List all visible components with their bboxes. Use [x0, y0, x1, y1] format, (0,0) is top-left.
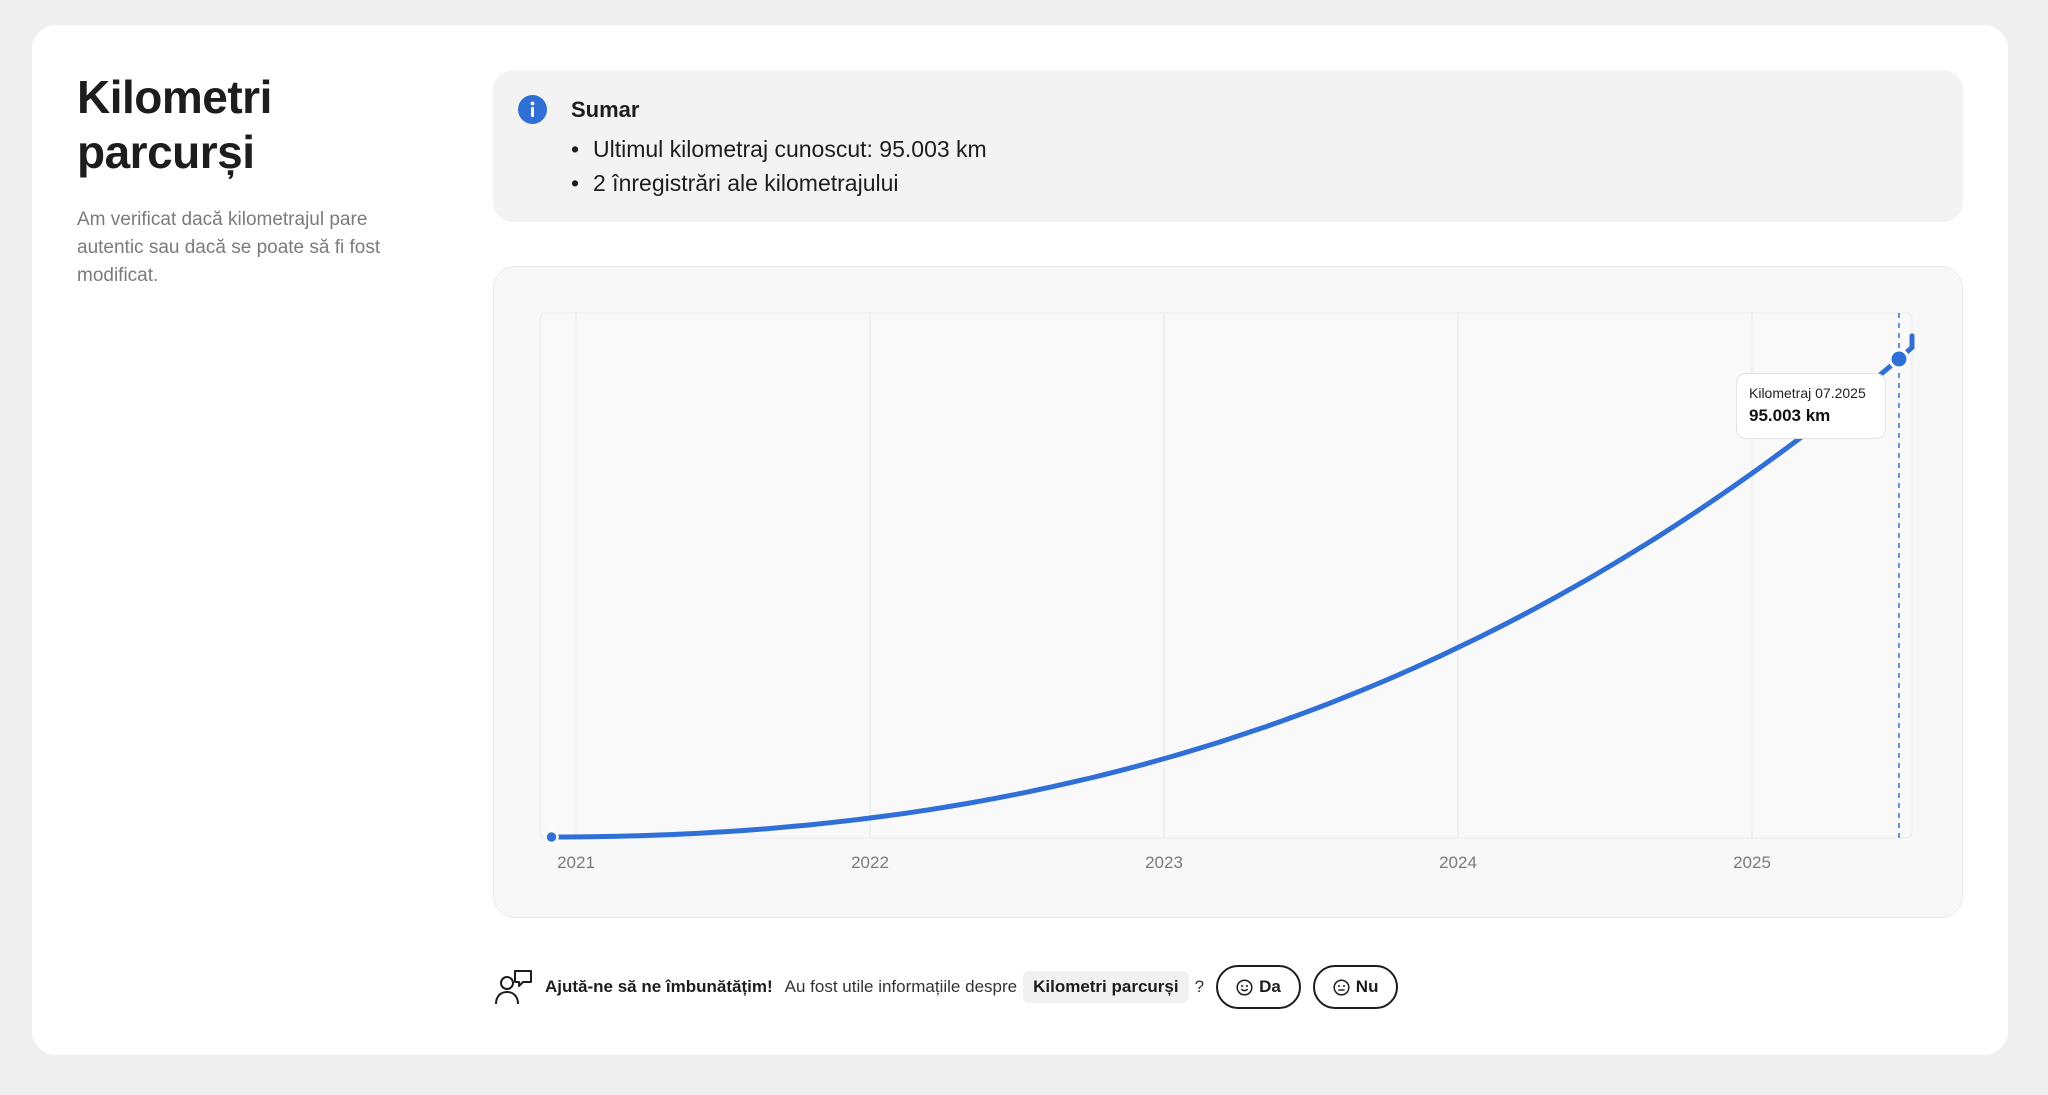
- x-tick-label: 2025: [1733, 853, 1771, 872]
- smile-icon: [1236, 978, 1253, 996]
- summary-item-text: 2 înregistrări ale kilometrajului: [593, 170, 899, 196]
- feedback-person-icon: [495, 970, 532, 1005]
- section-intro: Kilometri parcurși Am verificat dacă kil…: [77, 70, 437, 290]
- chart-tooltip: Kilometraj 07.2025 95.003 km: [1736, 373, 1886, 439]
- summary-box: Sumar • Ultimul kilometraj cunoscut: 95.0…: [493, 70, 1963, 222]
- mileage-chart-card: 2021 2022 2023 2024 2025 Kilometraj 07.2025 …: [493, 266, 1963, 918]
- feedback-topic: Kilometri parcurși: [1023, 971, 1189, 1003]
- summary-title: Sumar: [571, 97, 640, 122]
- x-tick-label: 2021: [557, 853, 595, 872]
- info-icon: [518, 95, 547, 124]
- x-tick-label: 2023: [1145, 853, 1183, 872]
- content-card: Kilometri parcurși Am verificat dacă kil…: [32, 25, 2008, 1055]
- feedback-bar: Ajută-ne să ne îmbunătățim! Au fost util…: [493, 963, 1410, 1011]
- page-description: Am verificat dacă kilometrajul pare aute…: [77, 209, 381, 286]
- summary-item: • 2 înregistrări ale kilometrajului: [571, 170, 899, 196]
- page-title-line1: Kilometri: [77, 71, 272, 123]
- feedback-question: Au fost utile informațiile despre: [784, 977, 1018, 996]
- plot-area: [539, 312, 1913, 839]
- data-point: [544, 829, 559, 845]
- feedback-no-button[interactable]: Nu: [1312, 965, 1399, 1009]
- summary-list: • Ultimul kilometraj cunoscut: 95.003 km …: [571, 132, 987, 200]
- feedback-yes-button[interactable]: Da: [1216, 965, 1301, 1009]
- x-tick-label: 2022: [851, 853, 889, 872]
- page-title-line2: parcurși: [77, 126, 255, 178]
- mileage-chart: 2021 2022 2023 2024 2025: [539, 312, 1915, 872]
- tooltip-value: 95.003 km: [1749, 406, 1831, 425]
- feedback-heading: Ajută-ne să ne îmbunătățim!: [545, 977, 773, 996]
- x-tick-label: 2024: [1439, 853, 1477, 872]
- feedback-question-mark: ?: [1194, 977, 1205, 996]
- tooltip-label: Kilometraj 07.2025: [1749, 385, 1866, 401]
- summary-item: • Ultimul kilometraj cunoscut: 95.003 km: [571, 136, 987, 162]
- data-point-active: [1888, 348, 1910, 370]
- page-title: Kilometri parcurși: [77, 70, 437, 180]
- feedback-no-label: Nu: [1355, 977, 1379, 996]
- feedback-yes-label: Da: [1259, 977, 1281, 996]
- neutral-face-icon: [1333, 978, 1350, 996]
- summary-item-text: Ultimul kilometraj cunoscut: 95.003 km: [593, 136, 987, 162]
